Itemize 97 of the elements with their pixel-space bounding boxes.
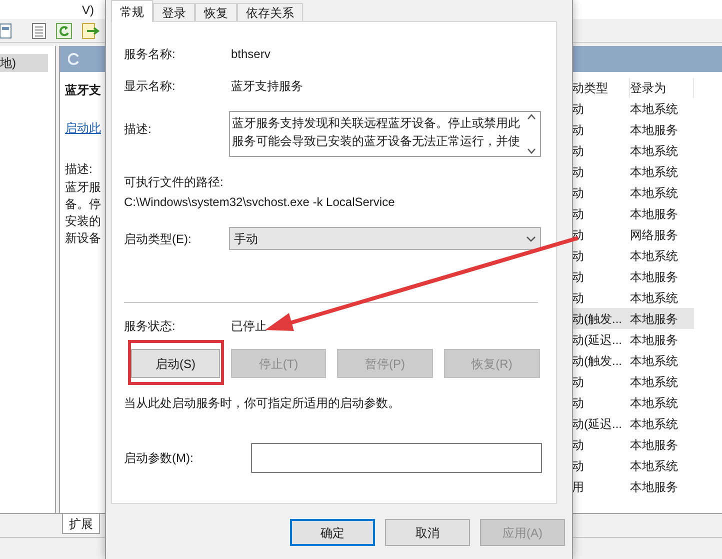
chevron-down-icon	[526, 236, 536, 242]
table-cell-text: 本地服务	[630, 268, 679, 286]
field-label: 服务状态:	[124, 318, 176, 335]
table-cell-text: 动	[572, 164, 585, 180]
list-row[interactable]: 动(触发... 本地服务	[572, 308, 694, 329]
description-text: 蓝牙服	[65, 179, 101, 196]
description-label: 描述:	[65, 161, 92, 178]
dialog-button[interactable]: 确定	[290, 519, 375, 546]
scroll-down-icon[interactable]	[526, 148, 536, 154]
table-cell-text: 本地服务	[630, 122, 679, 138]
table-cell-text: 用	[572, 478, 585, 496]
bottom-tab[interactable]: 扩展	[62, 514, 100, 534]
dialog-tab[interactable]: 登录	[153, 3, 195, 22]
properties-icon[interactable]	[0, 22, 12, 38]
field-label: 显示名称:	[124, 78, 176, 95]
table-cell-text: 本地系统	[630, 458, 679, 474]
table-cell-text: 本地服务	[630, 478, 679, 496]
list-row[interactable]: 动 本地服务	[572, 119, 694, 140]
list-row[interactable]: 动 本地系统	[572, 182, 694, 203]
table-cell-text: 本地系统	[630, 100, 679, 118]
table-cell-text: 本地系统	[630, 290, 679, 306]
display-name: 蓝牙支持服务	[231, 78, 303, 95]
description-text: 新设备	[65, 230, 101, 247]
ring-icon	[68, 53, 80, 65]
description-box[interactable]: 蓝牙服务支持发现和关联远程蓝牙设备。停止或禁用此服务可能会导致已安装的蓝牙设备无法正常运行，并使	[229, 111, 541, 157]
dialog-tab[interactable]: 常规	[111, 0, 153, 22]
start-link[interactable]: 启动此	[65, 118, 101, 138]
table-cell-text: 本地服务	[630, 310, 679, 328]
table-cell-text: 动	[572, 268, 585, 286]
list-row[interactable]: 动 本地系统	[572, 455, 694, 476]
dialog-tab[interactable]: 恢复	[195, 3, 237, 22]
table-cell-text: 本地服务	[630, 206, 679, 222]
table-cell-text: 动(触发...	[572, 310, 623, 328]
table-cell-text: 本地系统	[630, 352, 679, 370]
list-row[interactable]: 用 本地服务	[572, 476, 694, 497]
table-cell-text: 动	[572, 142, 585, 160]
menu-item[interactable]: V)	[82, 0, 94, 18]
table-cell-text: 动	[572, 248, 585, 264]
table-cell-text: 动(触发...	[572, 352, 623, 370]
list-icon[interactable]	[32, 22, 46, 38]
scroll-up-icon[interactable]	[526, 114, 536, 120]
table-cell-text: 动	[572, 374, 585, 390]
service-control-button[interactable]: 启动(S)	[131, 349, 220, 378]
table-cell-text: 本地系统	[630, 142, 679, 160]
list-row[interactable]: 动 本地服务	[572, 203, 694, 224]
table-cell-text: 动	[572, 184, 585, 202]
service-status: 已停止	[231, 318, 267, 335]
table-cell-text: 动	[572, 436, 585, 454]
startup-type-dropdown[interactable]: 手动	[229, 227, 541, 250]
description-text: 备。停	[65, 196, 101, 213]
description-text: 安装的	[65, 213, 101, 230]
table-cell-text: 动(延迟...	[572, 416, 623, 432]
table-cell-text: 动	[572, 206, 585, 222]
refresh-icon[interactable]	[56, 22, 72, 38]
table-cell-text: 动(延迟...	[572, 332, 623, 348]
list-row[interactable]: 动(延迟... 本地服务	[572, 329, 694, 350]
parameters-field[interactable]	[251, 443, 542, 473]
field-label: 可执行文件的路径:	[124, 174, 224, 191]
table-cell-text: 本地系统	[630, 184, 679, 202]
service-name: bthserv	[231, 46, 270, 63]
export-icon[interactable]	[82, 22, 100, 38]
hint-text: 当从此处启动服务时，你可指定所适用的启动参数。	[124, 395, 400, 412]
list-row[interactable]: 动 本地系统	[572, 392, 694, 413]
table-cell-text: 动	[572, 394, 585, 412]
description-text: 蓝牙服务支持发现和关联远程蓝牙设备。停止或禁用此服务可能会导致已安装的蓝牙设备无法正常运行，并使	[231, 115, 521, 150]
list-row[interactable]: 动 本地系统	[572, 161, 694, 182]
table-cell-text: 动	[572, 458, 585, 474]
field-label: 描述:	[124, 121, 152, 138]
list-row[interactable]: 动(触发... 本地系统	[572, 350, 694, 371]
table-cell-text: 动	[572, 100, 585, 118]
list-row[interactable]: 动 本地服务	[572, 266, 694, 287]
list-row[interactable]: 动 本地服务	[572, 434, 694, 455]
column-header[interactable]: 登录为	[630, 78, 694, 98]
table-cell-text: 网络服务	[630, 226, 679, 244]
dialog-tab[interactable]: 依存关系	[237, 3, 303, 22]
table-cell-text: 本地系统	[630, 394, 679, 412]
table-cell-text: 本地服务	[630, 332, 679, 348]
dialog-button[interactable]: 取消	[385, 519, 470, 546]
list-row[interactable]: 动 本地系统	[572, 371, 694, 392]
service-title: 蓝牙支	[65, 82, 101, 99]
table-cell-text: 本地系统	[630, 248, 679, 264]
table-cell-text: 动	[572, 122, 585, 138]
list-row[interactable]: 动 本地系统	[572, 140, 694, 161]
table-cell-text: 本地服务	[630, 436, 679, 454]
field-label: 启动参数(M):	[124, 450, 194, 467]
table-cell-text: 本地系统	[630, 164, 679, 180]
list-row[interactable]: 动 本地系统	[572, 287, 694, 308]
table-cell-text: 本地系统	[630, 374, 679, 390]
table-cell-text: 本地系统	[630, 416, 679, 432]
list-row[interactable]: 动(延迟... 本地系统	[572, 413, 694, 434]
list-row[interactable]: 动 本地系统	[572, 98, 694, 119]
field-label: 启动类型(E):	[124, 230, 192, 248]
field-label: 服务名称:	[124, 46, 176, 63]
executable-path: C:\Windows\system32\svchost.exe -k LocalService	[124, 194, 395, 211]
list-row[interactable]: 动 本地系统	[572, 245, 694, 266]
tree-item[interactable]: 地)	[0, 54, 48, 72]
table-cell-text: 动	[572, 290, 585, 306]
